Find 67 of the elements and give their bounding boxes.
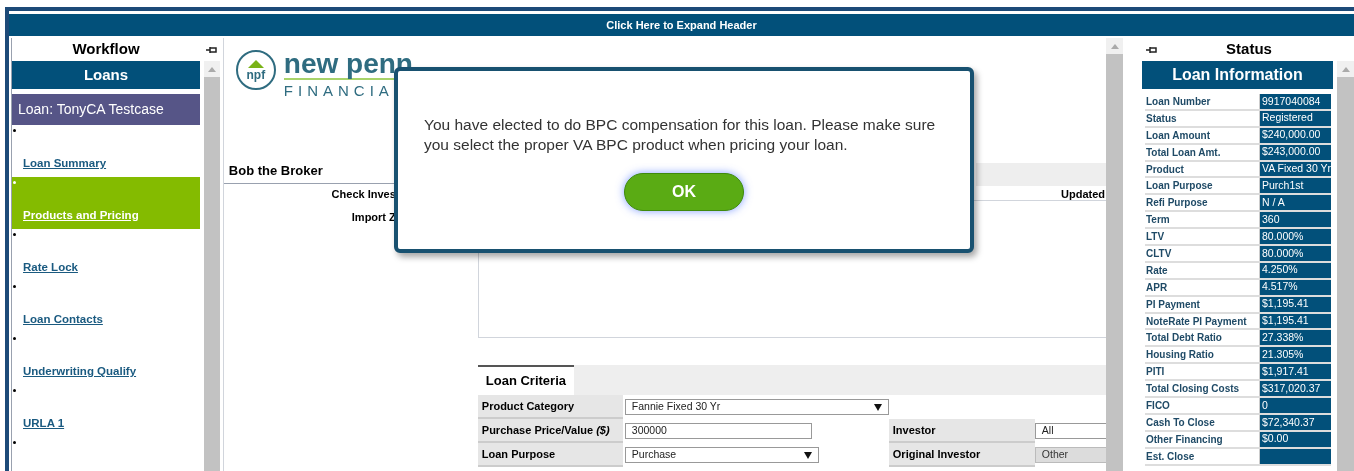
info-value: 80.000% bbox=[1260, 229, 1331, 244]
field-label: Loan Purpose bbox=[477, 443, 623, 467]
scrollbar[interactable] bbox=[1337, 61, 1354, 471]
broker-name: Bob the Broker bbox=[228, 161, 323, 180]
input-field: Other bbox=[1034, 447, 1108, 463]
nav-link[interactable]: Underwriting Qualify bbox=[23, 363, 137, 381]
dialog-message: You have elected to do BPC compensation for this loan. Please make sure you select the proper VA BPC product when pricing your loan. bbox=[424, 115, 937, 155]
pin-icon[interactable] bbox=[206, 45, 218, 54]
pin-icon[interactable] bbox=[1146, 45, 1158, 54]
loan-criteria-tab[interactable]: Loan Criteria bbox=[477, 365, 574, 395]
info-label: Total Closing Costs bbox=[1145, 381, 1260, 397]
scrollbar[interactable] bbox=[204, 61, 220, 471]
updated-label: Updated bbox=[1061, 187, 1105, 202]
nav-link[interactable]: URLA 1 bbox=[23, 415, 65, 433]
scroll-up-icon[interactable] bbox=[1110, 43, 1119, 49]
input-field[interactable]: 300000 bbox=[624, 423, 812, 439]
info-value: N / A bbox=[1260, 195, 1331, 211]
info-label: Refi Purpose bbox=[1145, 195, 1260, 211]
bullet-icon bbox=[13, 233, 16, 236]
input-field[interactable]: All bbox=[1034, 423, 1108, 439]
info-label: FICO bbox=[1145, 398, 1260, 413]
field-label: Purchase Price/Value ($) bbox=[477, 419, 623, 443]
field-label: Check Inves bbox=[331, 187, 396, 202]
scroll-up-icon[interactable] bbox=[1341, 66, 1350, 72]
info-value: 9917040084 bbox=[1260, 94, 1331, 109]
info-value: Purch1st bbox=[1260, 178, 1331, 194]
bullet-icon bbox=[13, 337, 16, 340]
field-label: Investor bbox=[888, 419, 1035, 443]
dropdown-arrow-icon[interactable] bbox=[873, 403, 882, 411]
nav-link[interactable]: Loan Summary bbox=[23, 155, 107, 173]
loan-title: Loan: TonyCA Testcase bbox=[12, 94, 200, 125]
info-label: Housing Ratio bbox=[1145, 347, 1260, 363]
info-value: 21.305% bbox=[1260, 347, 1331, 363]
panel-title: Workflow bbox=[71, 39, 141, 60]
nav-link[interactable]: Rate Lock bbox=[23, 259, 78, 277]
info-value: $317,020.37 bbox=[1260, 381, 1331, 397]
info-value: 360 bbox=[1260, 212, 1331, 228]
info-label: Loan Purpose bbox=[1145, 178, 1260, 194]
info-value: 0 bbox=[1260, 398, 1331, 413]
dropdown[interactable]: Purchase bbox=[624, 447, 819, 463]
bullet-icon bbox=[13, 181, 16, 184]
logo-subtitle: FINANCIA bbox=[283, 81, 395, 101]
info-label: Loan Number bbox=[1145, 94, 1260, 109]
scrollbar[interactable] bbox=[1106, 38, 1123, 471]
info-label: PITI bbox=[1145, 364, 1260, 380]
logo-badge: npf bbox=[235, 50, 276, 90]
info-label: Term bbox=[1145, 212, 1260, 228]
section-header: Loans bbox=[12, 61, 200, 89]
section-header: Loan Information bbox=[1142, 61, 1333, 89]
info-value: 27.338% bbox=[1260, 330, 1331, 346]
nav-link[interactable]: Loan Contacts bbox=[23, 311, 103, 329]
field-label: Product Category bbox=[477, 395, 623, 419]
info-label: LTV bbox=[1145, 229, 1260, 244]
info-label: Total Debt Ratio bbox=[1145, 330, 1260, 346]
info-label: CLTV bbox=[1145, 246, 1260, 261]
expand-header-bar[interactable]: Click Here to Expand Header bbox=[9, 14, 1354, 36]
info-value: $1,917.41 bbox=[1260, 364, 1331, 380]
bullet-icon bbox=[13, 441, 16, 444]
bullet-icon bbox=[13, 389, 16, 392]
field-label: Original Investor bbox=[888, 443, 1035, 467]
panel-title: Status bbox=[1225, 39, 1273, 60]
info-value: 80.000% bbox=[1260, 246, 1331, 261]
bullet-icon bbox=[13, 285, 16, 288]
dropdown-arrow-icon[interactable] bbox=[803, 451, 812, 459]
dropdown[interactable]: Fannie Fixed 30 Yr bbox=[624, 399, 889, 415]
bullet-icon bbox=[13, 129, 16, 132]
scroll-up-icon[interactable] bbox=[208, 66, 216, 72]
